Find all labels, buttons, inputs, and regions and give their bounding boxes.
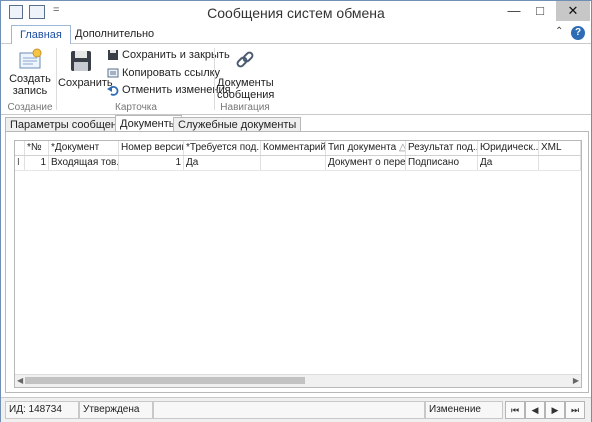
sort-ascending-icon: △ bbox=[399, 142, 406, 153]
record-state: Утверждена bbox=[79, 401, 153, 419]
cell-document[interactable]: Входящая тов... bbox=[49, 156, 119, 170]
title-bar: = Сообщения систем обмена — □ ✕ bbox=[1, 1, 591, 25]
ribbon: Создать запись Сохранить Сохранить и зак… bbox=[1, 44, 591, 115]
ribbon-tabs: Главная Дополнительно bbox=[1, 25, 591, 45]
column-header-comment[interactable]: Комментарий bbox=[261, 141, 326, 155]
edit-mode: Изменение bbox=[425, 401, 503, 419]
close-button[interactable]: ✕ bbox=[556, 1, 590, 21]
tab-home[interactable]: Главная bbox=[11, 25, 71, 45]
create-record-button[interactable]: Создать запись bbox=[7, 48, 53, 97]
group-separator bbox=[56, 48, 57, 110]
column-header-xml[interactable]: XML bbox=[539, 141, 581, 155]
cell-legal[interactable]: Да bbox=[478, 156, 539, 170]
message-documents-label: Документы сообщения bbox=[217, 77, 275, 101]
next-record-button[interactable]: ▶ bbox=[545, 401, 565, 419]
app-window: = Сообщения систем обмена — □ ✕ Главная … bbox=[0, 0, 592, 422]
column-header-required[interactable]: *Требуется под... bbox=[184, 141, 261, 155]
group-separator bbox=[214, 48, 215, 110]
create-record-label: Создать запись bbox=[9, 73, 51, 97]
cell-comment[interactable] bbox=[261, 156, 326, 170]
group-card-label: Карточка bbox=[115, 102, 157, 113]
table-row[interactable]: I 1 Входящая тов... 1 Да Документ о пере… bbox=[15, 156, 581, 171]
scrollbar-thumb[interactable] bbox=[25, 377, 305, 384]
column-header-document[interactable]: *Документ bbox=[49, 141, 119, 155]
cell-xml[interactable] bbox=[539, 156, 581, 170]
create-record-icon bbox=[19, 48, 42, 69]
scroll-right-icon[interactable]: ▶ bbox=[573, 375, 579, 387]
cell-doc-type[interactable]: Документ о пере... bbox=[326, 156, 406, 170]
column-header-version[interactable]: Номер версии bbox=[119, 141, 184, 155]
column-header-result[interactable]: Результат под... bbox=[406, 141, 478, 155]
horizontal-scrollbar[interactable]: ◀ ▶ bbox=[15, 374, 581, 387]
column-header-doc-type[interactable]: Тип документа △ bbox=[326, 141, 406, 155]
maximize-button[interactable]: □ bbox=[528, 1, 552, 21]
column-header-legal[interactable]: Юридическ... bbox=[478, 141, 539, 155]
documents-grid: *№ *Документ Номер версии *Требуется под… bbox=[14, 140, 582, 388]
first-record-button[interactable]: ⏮ bbox=[505, 401, 525, 419]
scroll-left-icon[interactable]: ◀ bbox=[17, 375, 23, 387]
chain-link-icon bbox=[236, 51, 254, 68]
group-navigation-label: Навигация bbox=[220, 102, 270, 113]
record-id: ИД: 148734 bbox=[5, 401, 79, 419]
undo-changes-button[interactable]: Отменить изменения bbox=[107, 83, 231, 97]
minimize-button[interactable]: — bbox=[502, 1, 526, 21]
grid-header: *№ *Документ Номер версии *Требуется под… bbox=[15, 141, 581, 156]
column-header-number[interactable]: *№ bbox=[25, 141, 49, 155]
tab-additional[interactable]: Дополнительно bbox=[67, 25, 162, 43]
prev-record-button[interactable]: ◀ bbox=[525, 401, 545, 419]
collapse-ribbon-icon[interactable]: ⌃ bbox=[555, 26, 563, 37]
row-marker-header bbox=[15, 141, 25, 155]
copy-link-button[interactable]: Копировать ссылку bbox=[107, 66, 220, 80]
copy-link-icon bbox=[107, 68, 119, 78]
message-documents-button[interactable]: Документы сообщения bbox=[217, 48, 275, 101]
floppy-disk-icon bbox=[71, 51, 91, 71]
status-empty-field bbox=[153, 401, 425, 419]
cell-required[interactable]: Да bbox=[184, 156, 261, 170]
undo-icon bbox=[107, 86, 119, 96]
doc-type-label: Тип документа bbox=[328, 142, 397, 153]
save-label: Сохранить bbox=[58, 77, 113, 89]
cell-result[interactable]: Подписано bbox=[406, 156, 478, 170]
copy-link-label: Копировать ссылку bbox=[122, 67, 221, 79]
documents-panel: *№ *Документ Номер версии *Требуется под… bbox=[5, 131, 589, 393]
last-record-button[interactable]: ⏭ bbox=[565, 401, 585, 419]
save-close-icon bbox=[108, 50, 118, 61]
save-close-button[interactable]: Сохранить и закрыть bbox=[107, 48, 230, 62]
cell-version[interactable]: 1 bbox=[119, 156, 184, 170]
row-edit-marker: I bbox=[15, 156, 25, 170]
cell-number[interactable]: 1 bbox=[25, 156, 49, 170]
save-button[interactable]: Сохранить bbox=[58, 48, 113, 89]
group-create-label: Создание bbox=[7, 102, 53, 113]
help-icon[interactable]: ? bbox=[571, 26, 585, 40]
status-bar: ИД: 148734 Утверждена Изменение ⏮ ◀ ▶ ⏭ bbox=[1, 397, 591, 422]
